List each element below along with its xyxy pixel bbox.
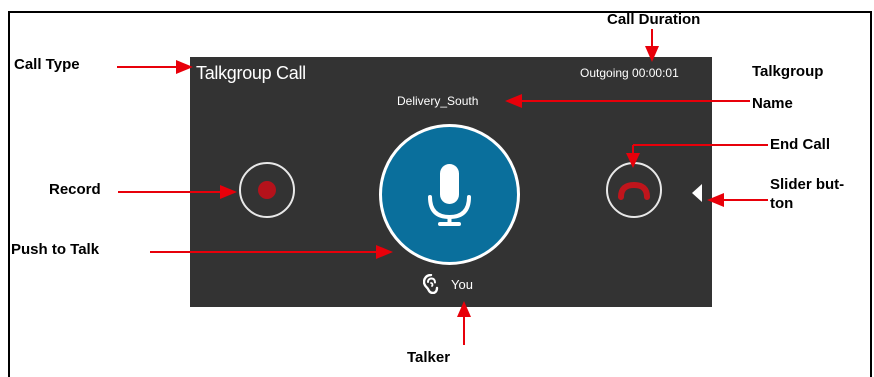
call-duration: Outgoing 00:00:01 xyxy=(580,66,679,80)
annotation-slider-button-cont: ton xyxy=(770,195,794,212)
talkgroup-name: Delivery_South xyxy=(397,94,479,108)
slider-button[interactable] xyxy=(692,184,702,202)
call-type-label: Talkgroup Call xyxy=(196,63,306,83)
end-call-button[interactable] xyxy=(606,162,662,218)
annotation-talkgroup-name: Name xyxy=(752,95,793,112)
annotation-call-type: Call Type xyxy=(14,56,80,73)
annotation-push-to-talk: Push to Talk xyxy=(11,241,100,258)
talker-indicator: You xyxy=(423,274,473,294)
phone-hangup-icon xyxy=(618,181,650,200)
microphone-icon xyxy=(428,164,471,226)
annotation-end-call: End Call xyxy=(770,136,831,153)
talker-icon xyxy=(423,274,439,294)
annotation-talkgroup: Talkgroup xyxy=(752,63,824,80)
annotation-talker: Talker xyxy=(407,349,451,366)
annotation-call-duration: Call Duration xyxy=(607,11,701,28)
talker-name: You xyxy=(451,276,473,292)
annotation-slider-button: Slider but- xyxy=(770,176,845,193)
record-icon xyxy=(258,181,276,199)
push-to-talk-button[interactable] xyxy=(379,124,520,265)
annotation-record: Record xyxy=(49,181,101,198)
record-button[interactable] xyxy=(239,162,295,218)
